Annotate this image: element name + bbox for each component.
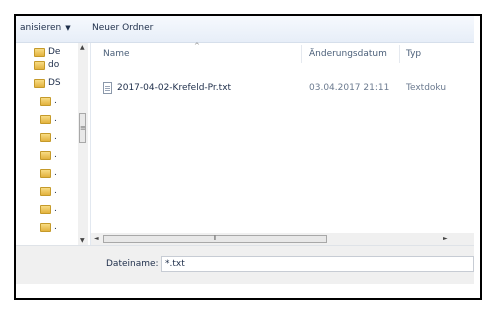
folder-icon xyxy=(40,132,51,142)
tree-item-label: . xyxy=(54,132,57,142)
folder-icon xyxy=(40,186,51,196)
folder-icon xyxy=(40,114,51,124)
tree-item-label: De xyxy=(48,47,61,57)
tree-item[interactable]: . xyxy=(40,114,57,127)
tree-item[interactable]: . xyxy=(40,186,57,199)
tree-item-label: . xyxy=(54,114,57,124)
tree-vertical-scrollbar[interactable]: ▲ ≡ ▼ xyxy=(78,43,88,247)
sort-ascending-icon: ^ xyxy=(194,42,200,50)
filename-panel: Dateiname: xyxy=(16,245,474,284)
file-date: 03.04.2017 21:11 xyxy=(309,83,390,93)
folder-icon xyxy=(34,60,45,70)
tree-item[interactable]: do xyxy=(34,60,59,73)
folder-icon xyxy=(34,47,45,57)
tree-item-label: . xyxy=(54,150,57,160)
file-list-horizontal-scrollbar[interactable]: ◄ ⦀ ► xyxy=(91,233,474,245)
column-header-name[interactable]: Name xyxy=(103,49,130,59)
scroll-thumb[interactable]: ⦀ xyxy=(103,235,327,243)
organize-label: anisieren xyxy=(20,23,62,33)
new-folder-button[interactable]: Neuer Ordner xyxy=(92,23,153,33)
folder-icon xyxy=(40,96,51,106)
file-type: Textdoku xyxy=(406,83,447,93)
tree-item-label: DS xyxy=(48,78,61,88)
file-row[interactable]: 2017-04-02-Krefeld-Pr.txt 03.04.2017 21:… xyxy=(91,80,474,96)
tree-item[interactable]: . xyxy=(40,222,57,235)
organize-menu[interactable]: anisieren ▼ xyxy=(20,23,71,33)
tree-item-label: . xyxy=(54,168,57,178)
column-header-date-label: Änderungsdatum xyxy=(309,49,387,59)
navigation-tree: De do DS . . . . . . . . ▲ ≡ ▼ xyxy=(16,43,91,247)
filename-input[interactable] xyxy=(161,256,474,272)
tree-item-label: . xyxy=(54,204,57,214)
folder-icon xyxy=(40,204,51,214)
column-header-type-label: Typ xyxy=(406,49,422,59)
text-file-icon xyxy=(103,82,112,94)
tree-item-label: . xyxy=(54,186,57,196)
tree-item-label: . xyxy=(54,96,57,106)
new-folder-label: Neuer Ordner xyxy=(92,23,154,33)
tree-item[interactable]: DS xyxy=(34,78,61,91)
column-header-type[interactable]: Typ xyxy=(406,49,421,59)
tree-item[interactable]: . xyxy=(40,150,57,163)
scroll-down-icon[interactable]: ▼ xyxy=(80,237,85,244)
folder-icon xyxy=(40,168,51,178)
tree-item-label: . xyxy=(54,222,57,232)
file-name: 2017-04-02-Krefeld-Pr.txt xyxy=(117,83,232,93)
tree-item[interactable]: . xyxy=(40,96,57,109)
tree-item[interactable]: De xyxy=(34,47,60,60)
folder-icon xyxy=(40,150,51,160)
scroll-up-icon[interactable]: ▲ xyxy=(80,44,85,51)
column-divider[interactable] xyxy=(301,45,302,63)
tree-item[interactable]: . xyxy=(40,132,57,145)
toolbar: anisieren ▼ Neuer Ordner xyxy=(16,16,474,43)
scroll-right-icon[interactable]: ► xyxy=(443,235,448,242)
scroll-thumb[interactable]: ≡ xyxy=(79,113,86,143)
file-dialog: anisieren ▼ Neuer Ordner De do DS . . . .… xyxy=(14,14,482,300)
scroll-left-icon[interactable]: ◄ xyxy=(94,235,99,242)
column-divider[interactable] xyxy=(399,45,400,63)
tree-item[interactable]: . xyxy=(40,168,57,181)
column-header-name-label: Name xyxy=(103,49,130,59)
folder-icon xyxy=(34,78,45,88)
column-header-date[interactable]: Änderungsdatum xyxy=(309,49,387,59)
folder-icon xyxy=(40,222,51,232)
tree-item[interactable]: . xyxy=(40,204,57,217)
file-list: Name ^ Änderungsdatum Typ 2017-04-02-Kre… xyxy=(91,42,474,233)
chevron-down-icon: ▼ xyxy=(65,24,71,32)
filename-label: Dateiname: xyxy=(106,259,159,269)
tree-item-label: do xyxy=(48,60,60,70)
